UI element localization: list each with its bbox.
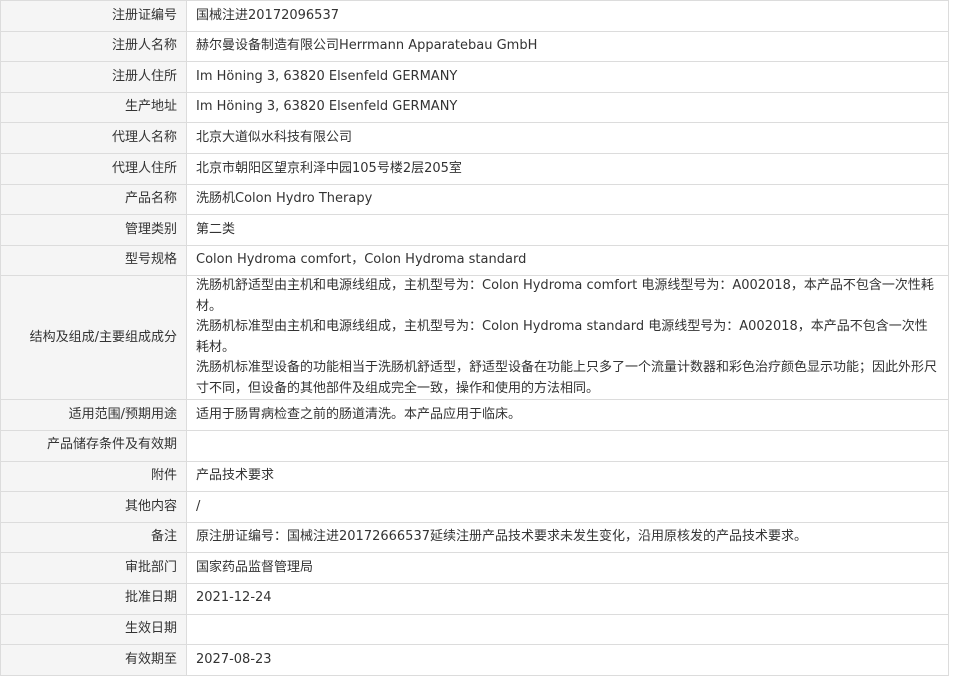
table-row: 审批部门 国家药品监督管理局 — [0, 552, 949, 584]
row-label-remarks: 备注 — [0, 521, 187, 554]
row-label-agent-address: 代理人住所 — [0, 152, 187, 185]
row-label-effective-date: 生效日期 — [0, 613, 187, 646]
row-value-attachment: 产品技术要求 — [186, 460, 949, 493]
row-label-other-content: 其他内容 — [0, 491, 187, 523]
row-label-management-category: 管理类别 — [0, 214, 187, 246]
row-value-registrant-name: 赫尔曼设备制造有限公司Herrmann Apparatebau GmbH — [186, 30, 949, 63]
row-value-registrant-address: Im Höning 3, 63820 Elsenfeld GERMANY — [186, 61, 949, 93]
row-value-product-name: 洗肠机Colon Hydro Therapy — [186, 183, 949, 216]
row-value-other-content: / — [186, 491, 949, 523]
row-value-storage-validity — [186, 429, 949, 462]
row-value-approval-department: 国家药品监督管理局 — [186, 552, 949, 584]
row-value-valid-until: 2027-08-23 — [186, 644, 949, 676]
row-value-management-category: 第二类 — [186, 214, 949, 246]
table-row: 注册人名称 赫尔曼设备制造有限公司Herrmann Apparatebau Gm… — [0, 30, 949, 63]
row-value-intended-use: 适用于肠胃病检查之前的肠道清洗。本产品应用于临床。 — [186, 399, 949, 431]
table-row: 有效期至 2027-08-23 — [0, 644, 949, 676]
row-value-remarks: 原注册证编号：国械注进20172666537延续注册产品技术要求未发生变化，沿用… — [186, 521, 949, 554]
table-row: 其他内容 / — [0, 491, 949, 523]
table-row: 批准日期 2021-12-24 — [0, 582, 949, 615]
row-label-registration-number: 注册证编号 — [0, 0, 187, 32]
table-row: 代理人名称 北京大道似水科技有限公司 — [0, 122, 949, 154]
row-value-effective-date — [186, 613, 949, 646]
table-row: 附件 产品技术要求 — [0, 460, 949, 493]
row-value-agent-address: 北京市朝阳区望京利泽中园105号楼2层205室 — [186, 152, 949, 185]
table-row: 注册证编号 国械注进20172096537 — [0, 0, 949, 32]
structure-line-comparison: 洗肠机标准型设备的功能相当于洗肠机舒适型，舒适型设备在功能上只多了一个流量计数器… — [196, 360, 938, 396]
table-row: 适用范围/预期用途 适用于肠胃病检查之前的肠道清洗。本产品应用于临床。 — [0, 399, 949, 431]
registration-detail-table: 注册证编号 国械注进20172096537 注册人名称 赫尔曼设备制造有限公司H… — [0, 0, 949, 676]
row-label-attachment: 附件 — [0, 460, 187, 493]
row-label-valid-until: 有效期至 — [0, 644, 187, 676]
row-label-model-spec: 型号规格 — [0, 244, 187, 277]
row-label-approval-department: 审批部门 — [0, 552, 187, 584]
table-row: 产品名称 洗肠机Colon Hydro Therapy — [0, 183, 949, 216]
row-label-structure-composition: 结构及组成/主要组成成分 — [0, 275, 187, 401]
table-row: 注册人住所 Im Höning 3, 63820 Elsenfeld GERMA… — [0, 61, 949, 93]
structure-line-comfort: 洗肠机舒适型由主机和电源线组成，主机型号为：Colon Hydroma comf… — [196, 278, 934, 314]
table-row: 生效日期 — [0, 613, 949, 646]
table-row: 型号规格 Colon Hydroma comfort，Colon Hydroma… — [0, 244, 949, 277]
row-label-product-name: 产品名称 — [0, 183, 187, 216]
structure-line-standard: 洗肠机标准型由主机和电源线组成，主机型号为：Colon Hydroma stan… — [196, 319, 928, 355]
row-value-agent-name: 北京大道似水科技有限公司 — [186, 122, 949, 154]
row-value-model-spec: Colon Hydroma comfort，Colon Hydroma stan… — [186, 244, 949, 277]
row-value-production-address: Im Höning 3, 63820 Elsenfeld GERMANY — [186, 91, 949, 124]
row-label-production-address: 生产地址 — [0, 91, 187, 124]
table-row: 产品储存条件及有效期 — [0, 429, 949, 462]
row-label-storage-validity: 产品储存条件及有效期 — [0, 429, 187, 462]
table-row: 生产地址 Im Höning 3, 63820 Elsenfeld GERMAN… — [0, 91, 949, 124]
table-row: 备注 原注册证编号：国械注进20172666537延续注册产品技术要求未发生变化… — [0, 521, 949, 554]
row-label-registrant-name: 注册人名称 — [0, 30, 187, 63]
row-value-registration-number: 国械注进20172096537 — [186, 0, 949, 32]
table-row: 代理人住所 北京市朝阳区望京利泽中园105号楼2层205室 — [0, 152, 949, 185]
row-label-intended-use: 适用范围/预期用途 — [0, 399, 187, 431]
table-row: 结构及组成/主要组成成分 洗肠机舒适型由主机和电源线组成，主机型号为：Colon… — [0, 275, 949, 401]
row-value-structure-composition: 洗肠机舒适型由主机和电源线组成，主机型号为：Colon Hydroma comf… — [186, 275, 949, 401]
table-row: 管理类别 第二类 — [0, 214, 949, 246]
row-value-approval-date: 2021-12-24 — [186, 582, 949, 615]
row-label-registrant-address: 注册人住所 — [0, 61, 187, 93]
row-label-approval-date: 批准日期 — [0, 582, 187, 615]
row-label-agent-name: 代理人名称 — [0, 122, 187, 154]
